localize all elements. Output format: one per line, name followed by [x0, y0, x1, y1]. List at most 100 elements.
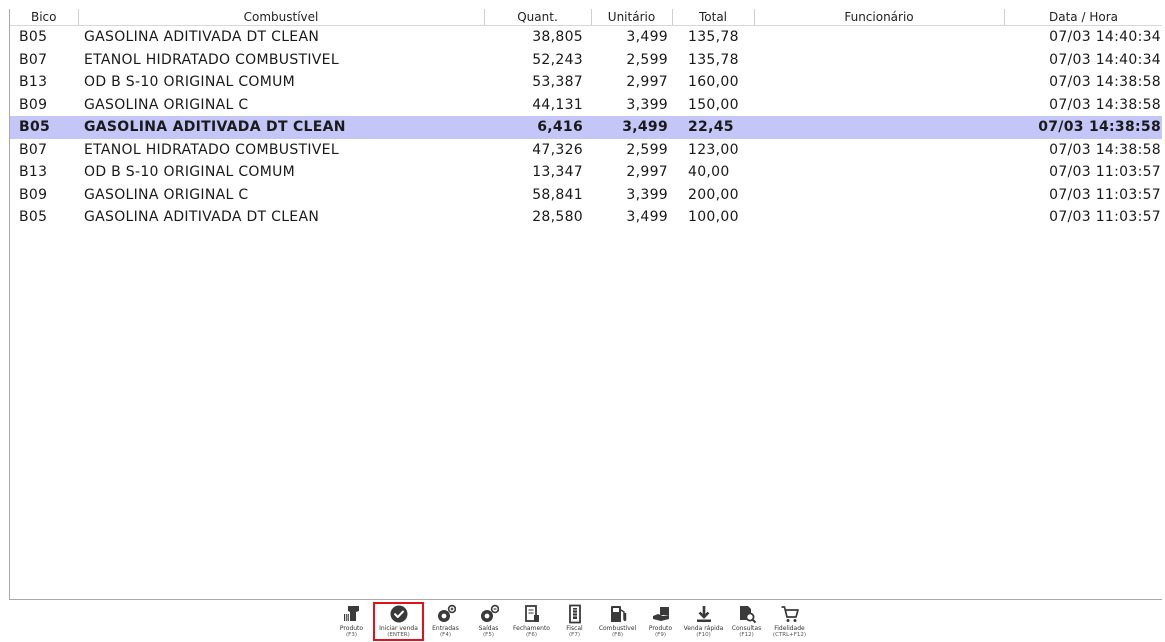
cell-bico: B05: [19, 209, 48, 226]
cell-quant: 6,416: [484, 116, 591, 139]
cell-total: 160,00: [688, 74, 739, 91]
toolbar-shortcut: (F3): [346, 632, 357, 638]
cell-bico: B05: [19, 29, 48, 46]
toolbar-shortcut: (F8): [612, 632, 623, 638]
fuel-pump-icon: [610, 606, 626, 622]
cell-datahora: 07/03 11:03:57: [1049, 186, 1161, 203]
cell-funcionario: [754, 184, 1004, 207]
cell-unitario: 3,499: [591, 116, 672, 139]
cell-funcionario: [754, 139, 1004, 162]
table-row[interactable]: B07 ETANOL HIDRATADO COMBUSTIVEL 47,326 …: [10, 139, 1162, 162]
cell-total: 100,00: [688, 209, 739, 226]
produto-f9-button[interactable]: Produto (F9): [639, 603, 682, 640]
closing-report-icon: [524, 605, 539, 622]
fechamento-button[interactable]: Fechamento (F6): [510, 603, 553, 640]
cell-combustivel: ETANOL HIDRATADO COMBUSTIVEL: [84, 141, 339, 158]
produto-f3-button[interactable]: Produto (F3): [330, 603, 373, 640]
cell-quant: 52,243: [532, 51, 583, 68]
toolbar-shortcut: (F5): [483, 632, 494, 638]
table-row[interactable]: B05 GASOLINA ADITIVADA DT CLEAN 28,580 3…: [10, 206, 1162, 229]
column-header-unitario[interactable]: Unitário: [591, 9, 673, 26]
saidas-button[interactable]: Saídas (F5): [467, 603, 510, 640]
cell-bico: B13: [19, 164, 48, 181]
cell-total: 200,00: [688, 186, 739, 203]
cell-funcionario: [754, 116, 1004, 139]
toolbar-label: Saídas: [478, 625, 499, 632]
toolbar-label: Fidelidade: [774, 625, 805, 632]
fiscal-receipt-icon: [568, 604, 581, 624]
check-circle-icon: [390, 605, 407, 623]
cell-total: 40,00: [688, 164, 730, 181]
table-header-row: Bico Combustível Quant. Unitário Total F…: [10, 9, 1162, 26]
cell-unitario: 3,499: [626, 29, 668, 46]
toolbar-label: Fiscal: [566, 625, 583, 632]
column-header-quant[interactable]: Quant.: [484, 9, 592, 26]
cell-total: 123,00: [688, 141, 739, 158]
cell-datahora: 07/03 14:40:34: [1049, 29, 1161, 46]
column-header-total[interactable]: Total: [672, 9, 755, 26]
cell-bico: B07: [19, 51, 48, 68]
table-row[interactable]: B07 ETANOL HIDRATADO COMBUSTIVEL 52,243 …: [10, 49, 1162, 72]
cell-bico: B09: [19, 186, 48, 203]
entradas-button[interactable]: Entradas (F4): [424, 603, 467, 640]
table-row[interactable]: B09 GASOLINA ORIGINAL C 44,131 3,399 150…: [10, 94, 1162, 117]
document-search-icon: [739, 606, 756, 624]
toolbar-label: Produto: [339, 625, 364, 632]
iniciar-venda-button[interactable]: Iniciar venda (ENTER): [373, 602, 424, 641]
fidelidade-button[interactable]: Fidelidade (CTRL+F12): [768, 603, 811, 640]
cell-quant: 13,347: [532, 164, 583, 181]
cell-quant: 28,580: [532, 209, 583, 226]
fiscal-button[interactable]: Fiscal (F7): [553, 603, 596, 640]
toolbar-shortcut: (F4): [440, 632, 451, 638]
download-arrow-icon: [696, 606, 711, 622]
cell-total: 135,78: [688, 29, 739, 46]
cell-quant: 47,326: [532, 141, 583, 158]
cell-datahora: 07/03 14:38:58: [1049, 141, 1161, 158]
consultas-button[interactable]: Consultas (F12): [725, 603, 768, 640]
combustivel-button[interactable]: Combustível (F8): [596, 603, 639, 640]
table-row[interactable]: B05 GASOLINA ADITIVADA DT CLEAN 38,805 3…: [10, 26, 1162, 49]
table-row[interactable]: B13 OD B S-10 ORIGINAL COMUM 53,387 2,99…: [10, 71, 1162, 94]
cell-unitario: 3,399: [626, 186, 668, 203]
cell-combustivel: GASOLINA ADITIVADA DT CLEAN: [84, 209, 320, 226]
table-row[interactable]: B13 OD B S-10 ORIGINAL COMUM 13,347 2,99…: [10, 161, 1162, 184]
cell-funcionario: [754, 161, 1004, 184]
barcode-scanner-icon: [343, 606, 359, 621]
toolbar-shortcut: (ENTER): [387, 632, 410, 638]
cell-total: 22,45: [672, 116, 754, 139]
column-header-combustivel[interactable]: Combustível: [78, 9, 485, 26]
cell-unitario: 2,997: [626, 164, 668, 181]
column-header-bico[interactable]: Bico: [10, 9, 79, 26]
toolbar-label: Combustível: [598, 625, 637, 632]
cell-combustivel: OD B S-10 ORIGINAL COMUM: [84, 74, 296, 91]
table-row[interactable]: B05 GASOLINA ADITIVADA DT CLEAN 6,416 3,…: [10, 116, 1162, 139]
column-header-funcionario[interactable]: Funcionário: [754, 9, 1005, 26]
table-row[interactable]: B09 GASOLINA ORIGINAL C 58,841 3,399 200…: [10, 184, 1162, 207]
cell-quant: 38,805: [532, 29, 583, 46]
cell-funcionario: [754, 49, 1004, 72]
toolbar-label: Iniciar venda: [379, 625, 418, 632]
cell-quant: 53,387: [532, 74, 583, 91]
venda-rapida-button[interactable]: Venda rápida (F10): [682, 603, 725, 640]
cell-bico: B07: [19, 141, 48, 158]
fuel-sales-grid: Bico Combustível Quant. Unitário Total F…: [9, 9, 1162, 600]
toolbar-shortcut: (F9): [655, 632, 666, 638]
cell-bico: B13: [19, 74, 48, 91]
cell-quant: 44,131: [532, 96, 583, 113]
cell-bico: B09: [19, 96, 48, 113]
column-header-datahora[interactable]: Data / Hora: [1004, 9, 1162, 26]
cell-total: 135,78: [688, 51, 739, 68]
cell-datahora: 07/03 11:03:57: [1049, 209, 1161, 226]
cell-combustivel: ETANOL HIDRATADO COMBUSTIVEL: [84, 51, 339, 68]
toolbar-shortcut: (F7): [569, 632, 580, 638]
cell-combustivel: OD B S-10 ORIGINAL COMUM: [84, 164, 296, 181]
cell-unitario: 2,997: [626, 74, 668, 91]
cell-funcionario: [754, 206, 1004, 229]
toolbar-label: Produto: [648, 625, 673, 632]
cell-datahora: 07/03 14:38:58: [1004, 116, 1162, 139]
cell-bico: B05: [10, 116, 78, 139]
cell-datahora: 07/03 14:40:34: [1049, 51, 1161, 68]
toolbar-shortcut: (CTRL+F12): [772, 632, 807, 638]
shopping-cart-icon: [781, 606, 799, 622]
cell-datahora: 07/03 11:03:57: [1049, 164, 1161, 181]
